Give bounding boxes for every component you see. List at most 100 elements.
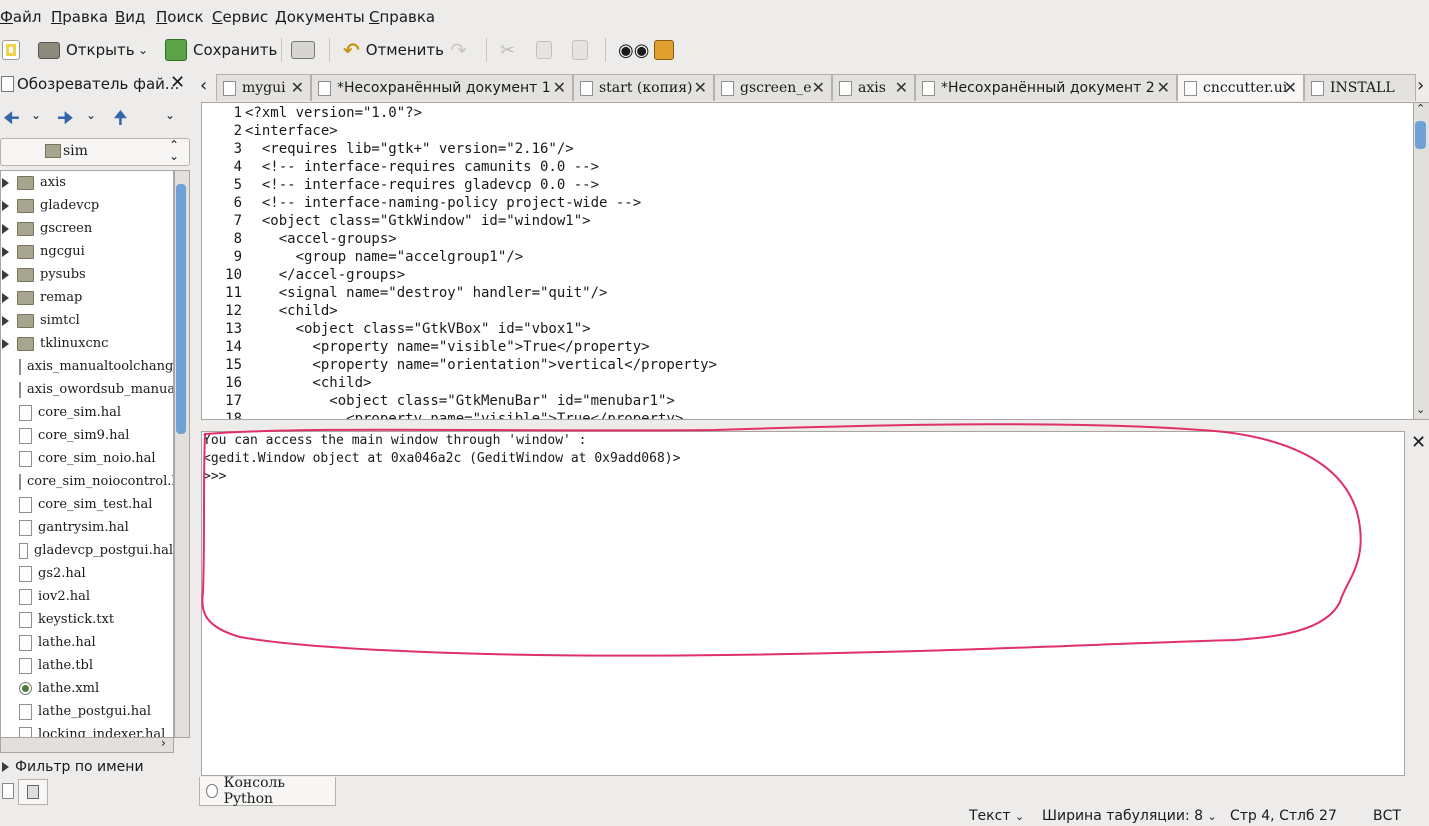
open-recent-dropdown[interactable]: ⌄ [138,36,148,64]
expander-arrow-icon[interactable] [2,338,9,349]
new-document-button[interactable] [2,36,20,64]
location-combo[interactable]: sim ⌃ ⌄ [0,138,190,166]
tree-file-item[interactable]: core_sim9.hal [1,424,173,447]
document-tab[interactable]: mygui ✕ [216,74,311,101]
close-tab-icon[interactable]: ✕ [895,78,908,97]
undo-button[interactable]: ↶ Отменить [343,36,444,64]
menu-search[interactable]: Поиск [156,8,204,26]
document-tab[interactable]: start (копия) ✕ [573,74,714,101]
cut-button[interactable]: ✂ [500,36,515,64]
tree-file-item[interactable]: gs2.hal [1,562,173,585]
code-line: <?xml version="1.0"?> [245,105,423,121]
more-options-chevron-icon[interactable]: ⌄ [165,108,175,122]
close-tab-icon[interactable]: ✕ [1284,78,1297,97]
tree-folder-item[interactable]: tklinuxcnc [1,332,173,355]
text-editor[interactable]: 1 <?xml version="1.0"?> 2 <interface> 3 <req… [201,102,1414,420]
menu-edit[interactable]: Правка [51,8,108,26]
forward-history-chevron-icon[interactable]: ⌄ [86,108,96,122]
tree-file-item[interactable]: core_sim_noio.hal [1,447,173,470]
new-document-icon [2,40,20,60]
print-button[interactable] [291,36,315,64]
tree-file-item[interactable]: gantrysim.hal [1,516,173,539]
scroll-right-icon[interactable]: › [161,736,166,750]
document-tab[interactable]: INSTALL [1304,74,1416,101]
tree-folder-item[interactable]: gscreen [1,217,173,240]
tree-file-item[interactable]: core_sim.hal [1,401,173,424]
expander-arrow-icon[interactable] [2,223,9,234]
close-tab-icon[interactable]: ✕ [291,78,304,97]
file-tree-horizontal-scrollbar[interactable]: › [0,736,174,753]
file-tree-scroll-thumb[interactable] [176,184,186,434]
document-tab[interactable]: gscreen_e ✕ [714,74,832,101]
scroll-down-icon[interactable]: ⌄ [1416,403,1425,416]
tree-file-item[interactable]: lathe_postgui.hal [1,700,173,723]
up-icon[interactable]: 🠉 [113,106,128,136]
menu-tools[interactable]: Сервис [212,8,268,26]
menu-view[interactable]: Вид [115,8,145,26]
open-button[interactable]: Открыть [38,36,135,64]
back-history-chevron-icon[interactable]: ⌄ [31,108,41,122]
tree-file-item[interactable]: axis_owordsub_manual [1,378,173,401]
tree-file-item[interactable]: locking_indexer.hal [1,723,173,737]
forward-icon[interactable]: 🠊 [57,106,74,136]
tree-file-item[interactable]: axis_manualtoolchange [1,355,173,378]
close-bottom-panel-icon[interactable]: ✕ [1411,432,1426,453]
tree-file-item[interactable]: lathe.xml [1,677,173,700]
text-file-icon [19,703,32,720]
tree-folder-item[interactable]: pysubs [1,263,173,286]
close-tab-icon[interactable]: ✕ [694,78,707,97]
tree-folder-item[interactable]: axis [1,171,173,194]
menu-file[interactable]: Файл [0,8,41,26]
tabs-scroll-right-icon[interactable]: › [1417,75,1424,96]
scroll-up-icon[interactable]: ⌃ [1416,102,1425,115]
document-tab[interactable]: cnccutter.ui ✕ [1177,74,1304,101]
tree-file-item[interactable]: core_sim_noiocontrol.h [1,470,173,493]
expander-arrow-icon[interactable] [2,315,9,326]
editor-scroll-thumb[interactable] [1415,121,1426,149]
code-line: <property name="visible">True</property> [245,411,684,420]
paste-button[interactable] [572,36,588,64]
document-tab[interactable]: axis ✕ [832,74,915,101]
tree-folder-item[interactable]: simtcl [1,309,173,332]
tree-folder-item[interactable]: ngcgui [1,240,173,263]
tree-file-item[interactable]: lathe.hal [1,631,173,654]
save-button[interactable]: Сохранить [165,36,277,64]
python-console-tab[interactable]: Консоль Python [199,775,336,807]
menu-help[interactable]: Справка [369,8,435,26]
find-replace-button[interactable] [654,36,674,64]
expander-arrow-icon[interactable] [2,200,9,211]
close-tab-icon[interactable]: ✕ [553,78,566,97]
find-button[interactable]: ◉◉ [618,36,649,64]
tabs-scroll-left-icon[interactable]: ‹ [200,75,207,96]
tree-file-item[interactable]: lathe.tbl [1,654,173,677]
document-tab[interactable]: *Несохранённый документ 1 ✕ [311,74,573,101]
expander-arrow-icon[interactable] [2,269,9,280]
document-tab[interactable]: *Несохранённый документ 2 ✕ [915,74,1177,101]
menu-documents[interactable]: Документы [275,8,365,26]
syntax-mode-selector[interactable]: Текст ⌄ [969,808,1024,824]
copy-button[interactable] [536,36,552,64]
file-browser-tab[interactable] [18,779,48,805]
tree-file-item[interactable]: iov2.hal [1,585,173,608]
redo-button[interactable]: ↷ [450,36,467,64]
tab-width-selector[interactable]: Ширина табуляции: 8 ⌄ [1042,808,1217,824]
tree-file-item[interactable]: core_sim_test.hal [1,493,173,516]
editor-vertical-scrollbar[interactable]: ⌃ ⌄ [1413,102,1429,420]
tree-folder-item[interactable]: gladevcp [1,194,173,217]
tree-file-item[interactable]: gladevcp_postgui.hal [1,539,173,562]
documents-tab-icon[interactable] [2,783,14,799]
tree-item-label: gantrysim.hal [38,520,129,535]
close-side-panel-icon[interactable]: ✕ [170,72,185,93]
expander-arrow-icon[interactable] [2,292,9,303]
back-icon[interactable]: 🠈 [3,106,20,136]
line-number: 3 [233,141,242,157]
close-tab-icon[interactable]: ✕ [1157,78,1170,97]
tree-folder-item[interactable]: remap [1,286,173,309]
filter-expander[interactable]: Фильтр по имени [0,756,195,778]
close-tab-icon[interactable]: ✕ [812,78,825,97]
folder-icon [17,290,34,305]
tree-file-item[interactable]: keystick.txt [1,608,173,631]
expander-arrow-icon[interactable] [2,246,9,257]
expander-arrow-icon[interactable] [2,177,9,188]
document-tab-label: gscreen_e [740,80,812,96]
